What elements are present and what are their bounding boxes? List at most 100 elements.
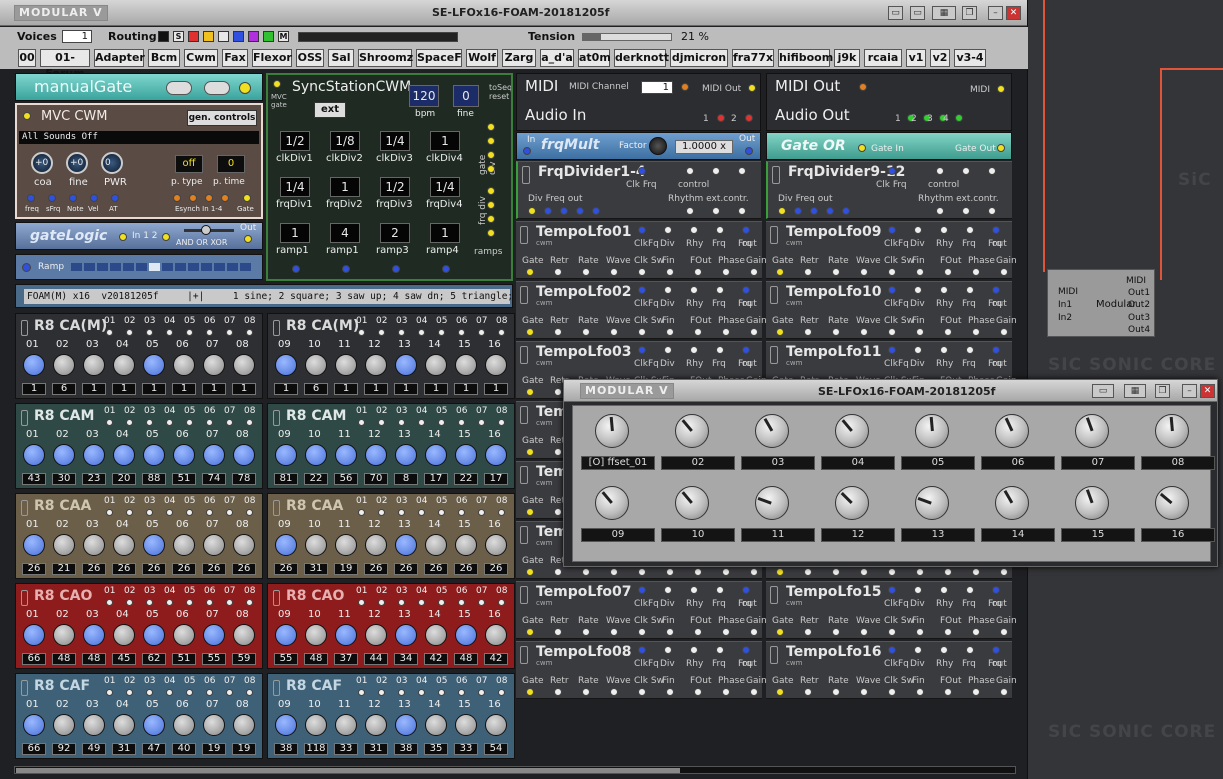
r8-knob[interactable]: [143, 534, 165, 556]
offset-knob[interactable]: [755, 414, 789, 448]
r8-dot[interactable]: [398, 329, 405, 336]
lfo-bottom-port[interactable]: [666, 328, 674, 336]
r8-knob[interactable]: [485, 444, 507, 466]
lfo-bottom-port[interactable]: [666, 688, 674, 696]
lfo-bottom-port[interactable]: [916, 628, 924, 636]
offset-knob[interactable]: [995, 486, 1029, 520]
panel-icon[interactable]: ▭: [1092, 384, 1114, 398]
sync-out-port[interactable]: [487, 229, 495, 237]
drag-handle[interactable]: [273, 410, 280, 426]
lfo-top-port[interactable]: [940, 586, 948, 594]
lfo-top-port[interactable]: [966, 586, 974, 594]
sync-out-port[interactable]: [487, 215, 495, 223]
port-out2[interactable]: Out2: [1128, 300, 1150, 310]
port-midi-out[interactable]: MIDI: [1126, 276, 1146, 286]
r8-dot[interactable]: [226, 329, 233, 336]
r8-knob[interactable]: [23, 624, 45, 646]
lfo-bottom-port[interactable]: [722, 268, 730, 276]
r8-dot[interactable]: [226, 419, 233, 426]
offset-value[interactable]: 02: [661, 456, 735, 470]
lfo-top-port[interactable]: [638, 646, 646, 654]
lfo-bottom-port[interactable]: [860, 628, 868, 636]
r8-knob[interactable]: [23, 354, 45, 376]
lfo-bottom-port[interactable]: [554, 688, 562, 696]
r8-dot[interactable]: [498, 689, 505, 696]
lfo-bottom-port[interactable]: [972, 268, 980, 276]
lfo-bottom-port[interactable]: [554, 508, 562, 516]
r8-knob[interactable]: [425, 534, 447, 556]
lfo-top-port[interactable]: [992, 346, 1000, 354]
sync-gate-port[interactable]: [273, 80, 281, 88]
offset-value[interactable]: 08: [1141, 456, 1215, 470]
gate-button-1[interactable]: [166, 81, 192, 95]
mvc-port-AT[interactable]: [111, 194, 119, 202]
offset-knob[interactable]: [1075, 414, 1109, 448]
r8-knob[interactable]: [203, 354, 225, 376]
lfo-top-port[interactable]: [690, 346, 698, 354]
lfo-top-port[interactable]: [638, 286, 646, 294]
r8-dot[interactable]: [126, 329, 133, 336]
lfo-bottom-port[interactable]: [694, 628, 702, 636]
r8-knob[interactable]: [173, 444, 195, 466]
rhythm-port[interactable]: [712, 207, 720, 215]
lfo-top-port[interactable]: [940, 286, 948, 294]
control-port[interactable]: [738, 167, 746, 175]
lfo-bottom-port[interactable]: [832, 628, 840, 636]
div-out-port[interactable]: [576, 207, 584, 215]
offset-knob[interactable]: [675, 486, 709, 520]
ext-button[interactable]: ext: [314, 102, 346, 118]
midi-out-port[interactable]: [748, 84, 756, 92]
r8-dot[interactable]: [398, 689, 405, 696]
lfo-bottom-port[interactable]: [804, 628, 812, 636]
rhythm-port[interactable]: [686, 207, 694, 215]
r8-knob[interactable]: [425, 714, 447, 736]
sync-value-frqDiv2[interactable]: 1: [330, 177, 360, 197]
lfo-bottom-port[interactable]: [610, 268, 618, 276]
lfo-bottom-port[interactable]: [944, 328, 952, 336]
sync-out-port[interactable]: [487, 165, 495, 173]
ptime-value[interactable]: 0: [217, 155, 245, 173]
r8-knob[interactable]: [485, 354, 507, 376]
lfo-bottom-port[interactable]: [610, 568, 618, 576]
lfo-top-port[interactable]: [742, 226, 750, 234]
port-out3[interactable]: Out3: [1128, 313, 1150, 323]
r8-knob[interactable]: [113, 624, 135, 646]
r8-knob[interactable]: [305, 624, 327, 646]
lfo-bottom-port[interactable]: [804, 568, 812, 576]
tag-button-4[interactable]: Cwm: [184, 49, 218, 67]
r8-knob[interactable]: [143, 444, 165, 466]
lfo-bottom-port[interactable]: [638, 628, 646, 636]
sync-value-clkDiv4[interactable]: 1: [430, 131, 460, 151]
offset-value[interactable]: 11: [741, 528, 815, 542]
drag-handle[interactable]: [21, 410, 28, 426]
lfo-bottom-port[interactable]: [750, 268, 758, 276]
drag-handle[interactable]: [273, 590, 280, 606]
r8-dot[interactable]: [478, 419, 485, 426]
offset-value[interactable]: 05: [901, 456, 975, 470]
lfo-top-port[interactable]: [914, 286, 922, 294]
windows-icon[interactable]: ❐: [962, 6, 977, 20]
r8-dot[interactable]: [246, 599, 253, 606]
sync-value-clkDiv3[interactable]: 1/4: [380, 131, 410, 151]
r8-dot[interactable]: [498, 419, 505, 426]
sync-out-port[interactable]: [487, 187, 495, 195]
control-port[interactable]: [988, 167, 996, 175]
drag-handle[interactable]: [21, 320, 28, 336]
r8-knob[interactable]: [83, 534, 105, 556]
lfo-bottom-port[interactable]: [860, 688, 868, 696]
lfo-bottom-port[interactable]: [832, 328, 840, 336]
audio-in-port-2[interactable]: [745, 114, 753, 122]
drag-handle[interactable]: [770, 586, 778, 604]
lfo-bottom-port[interactable]: [610, 688, 618, 696]
lfo-bottom-port[interactable]: [944, 628, 952, 636]
r8-knob[interactable]: [53, 444, 75, 466]
rhythm-port[interactable]: [738, 207, 746, 215]
r8-knob[interactable]: [455, 444, 477, 466]
lfo-bottom-port[interactable]: [776, 628, 784, 636]
r8-dot[interactable]: [186, 329, 193, 336]
r8-dot[interactable]: [106, 599, 113, 606]
lfo-top-port[interactable]: [664, 646, 672, 654]
lfo-bottom-port[interactable]: [526, 688, 534, 696]
lfo-bottom-port[interactable]: [694, 268, 702, 276]
drag-handle[interactable]: [520, 226, 528, 244]
